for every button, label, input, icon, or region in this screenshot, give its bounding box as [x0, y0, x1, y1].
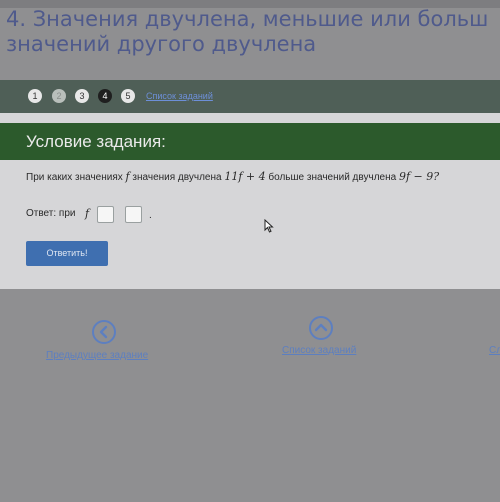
question-prefix: При каких значениях — [26, 172, 123, 183]
question-suffix: больше значений двучлена — [268, 172, 397, 183]
answer-value-field[interactable] — [125, 206, 142, 223]
answer-variable: f — [85, 207, 90, 220]
submit-answer-button[interactable]: Ответить! — [26, 241, 108, 266]
answer-period: . — [149, 210, 152, 221]
step-5[interactable]: 5 — [121, 89, 135, 103]
task-list-link[interactable]: Список заданий — [146, 89, 213, 103]
previous-task-label[interactable]: Предыдущее задание — [46, 350, 148, 361]
step-1[interactable]: 1 — [28, 89, 42, 103]
step-3[interactable]: 3 — [75, 89, 89, 103]
answer-sign-field[interactable] — [97, 206, 114, 223]
question-variable: f — [125, 170, 130, 183]
question-middle: значения двучлена — [132, 172, 222, 183]
page-title: 4. Значения двучлена, меньшие или больш … — [6, 7, 500, 57]
page-title-line-1: 4. Значения двучлена, меньшие или больш — [6, 7, 489, 31]
step-4[interactable]: 4 — [98, 89, 112, 103]
task-list-nav-label[interactable]: Список заданий — [282, 345, 356, 356]
task-progress-bar: 1 2 3 4 5 Список заданий — [0, 80, 500, 113]
page-title-line-2: значений другого двучлена — [6, 32, 317, 56]
question-expression-1: 11f + 4 — [224, 170, 266, 183]
task-question: При каких значениях f значения двучлена … — [26, 170, 439, 183]
next-task-label[interactable]: Сл — [489, 345, 500, 356]
task-card-header: Условие задания: — [0, 123, 500, 160]
step-2[interactable]: 2 — [52, 89, 66, 103]
question-expression-2: 9f − 9? — [398, 170, 440, 183]
task-card: Условие задания: При каких значениях f з… — [0, 113, 500, 289]
answer-label: Ответ: при — [26, 208, 76, 219]
mouse-cursor-icon — [264, 219, 274, 233]
chevron-up-icon[interactable] — [309, 316, 333, 340]
task-card-title: Условие задания: — [26, 132, 166, 151]
chevron-left-icon[interactable] — [92, 320, 116, 344]
